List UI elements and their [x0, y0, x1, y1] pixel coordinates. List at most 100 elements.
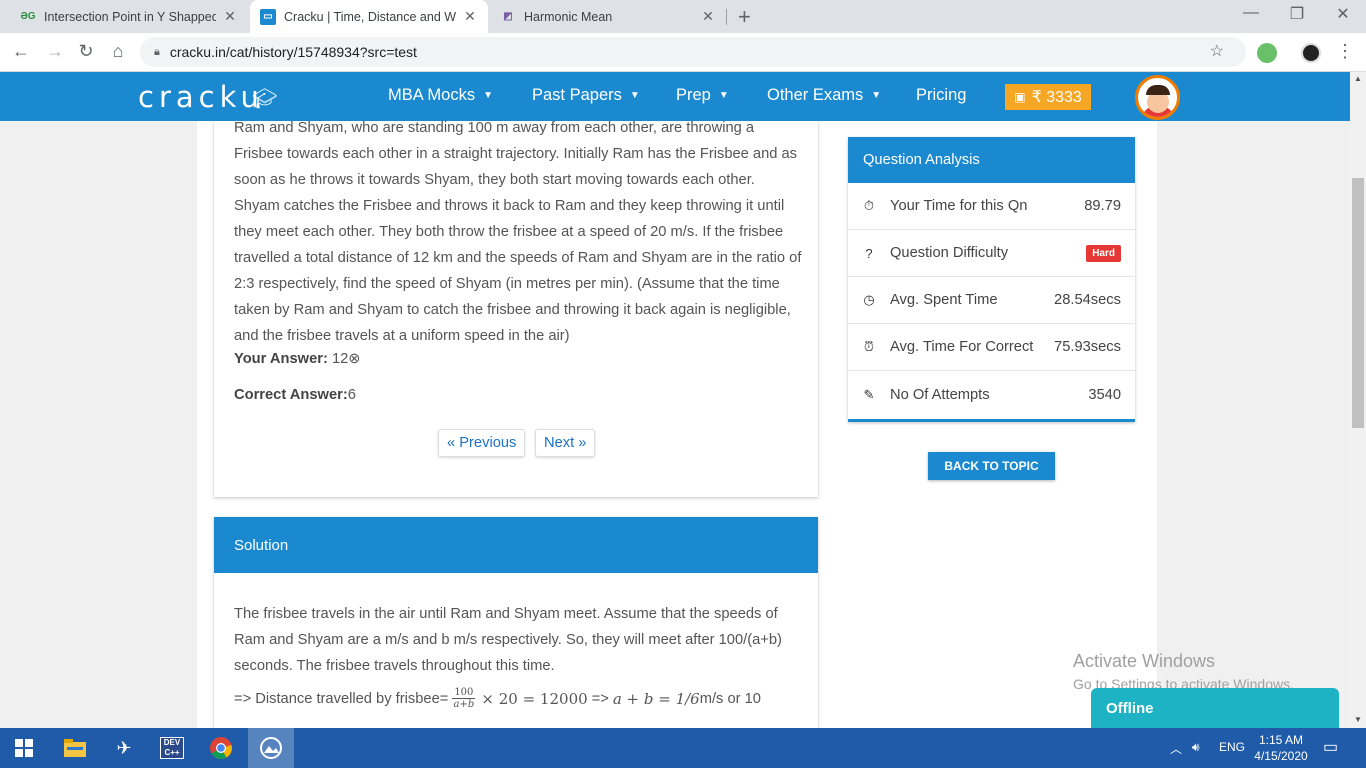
correct-answer-value: 6	[347, 387, 356, 403]
nav-label: MBA Mocks	[388, 86, 476, 104]
volume-icon[interactable]: 🔊︎	[1192, 740, 1200, 755]
question-analysis-panel: Question Analysis ⏱︎ Your Time for this …	[848, 137, 1135, 422]
question-analysis-title: Question Analysis	[848, 137, 1135, 183]
analysis-row-avg-spent: ◷ Avg. Spent Time 28.54secs	[848, 277, 1135, 324]
windows-start-icon[interactable]	[10, 734, 38, 762]
tab-separator	[726, 9, 727, 25]
system-clock[interactable]: 1:15 AM 4/15/2020	[1252, 732, 1310, 764]
file-explorer-icon[interactable]	[61, 734, 89, 762]
your-answer-value: 12	[331, 351, 349, 367]
nav-label: Other Exams	[767, 86, 864, 104]
tab-intersection-point[interactable]: ƏG Intersection Point in Y Shapped L ✕	[10, 0, 248, 33]
math-mid: × 20 = 12000	[481, 689, 588, 708]
nav-label: Past Papers	[532, 86, 622, 104]
nav-label: Prep	[676, 86, 711, 104]
restore-icon[interactable]: ❐	[1274, 4, 1320, 24]
clock-icon: ◷	[863, 292, 875, 307]
nav-past-papers[interactable]: Past Papers ▼	[532, 86, 640, 105]
your-answer: Your Answer: 12⊗	[234, 350, 361, 367]
tab-title: Harmonic Mean	[524, 9, 613, 24]
language-indicator[interactable]: ENG	[1219, 740, 1245, 754]
previous-button[interactable]: « Previous	[438, 429, 526, 457]
photos-app-icon[interactable]	[248, 728, 294, 768]
back-icon[interactable]: ←	[9, 41, 33, 62]
back-to-topic-button[interactable]: BACK TO TOPIC	[928, 452, 1055, 480]
analysis-label: Question Difficulty	[890, 245, 1009, 261]
coins-value: ₹ 3333	[1031, 89, 1082, 106]
fraction-numerator: 100	[452, 687, 476, 699]
solution-math: => Distance travelled by frisbee= 100 a+…	[234, 687, 761, 710]
question-circle-icon: ?	[865, 245, 873, 261]
analysis-label: No Of Attempts	[890, 386, 990, 403]
nav-mba-mocks[interactable]: MBA Mocks ▼	[388, 86, 493, 105]
analysis-label: Avg. Time For Correct	[890, 339, 1034, 355]
notifications-icon[interactable]: ▭	[1323, 737, 1338, 757]
analysis-row-your-time: ⏱︎ Your Time for this Qn 89.79	[848, 183, 1135, 230]
scrollbar-thumb[interactable]	[1352, 178, 1364, 428]
nav-other-exams[interactable]: Other Exams ▼	[767, 86, 881, 105]
alarm-icon: ⏰︎	[863, 339, 875, 354]
user-avatar[interactable]	[1135, 75, 1180, 120]
coins-badge[interactable]: ▣ ₹ 3333	[1005, 84, 1091, 110]
nav-prep[interactable]: Prep ▼	[676, 86, 729, 105]
page-scrollbar[interactable]: ▲ ▼	[1350, 72, 1366, 728]
dev-cpp-icon[interactable]: DEV C++	[158, 734, 186, 762]
close-icon[interactable]: ✕	[462, 8, 478, 25]
geeksforgeeks-icon: ƏG	[20, 11, 36, 22]
correct-answer-label: Correct Answer:	[234, 387, 348, 403]
close-icon[interactable]: ✕	[222, 8, 238, 25]
clock-time: 1:15 AM	[1258, 733, 1304, 747]
bookmark-star-icon[interactable]: ☆	[1210, 41, 1224, 61]
app-icon[interactable]: ✈︎	[110, 734, 138, 762]
next-button[interactable]: Next »	[535, 429, 596, 457]
url-text: cracku.in/cat/history/15748934?src=test	[169, 44, 417, 60]
profile-avatar[interactable]	[1301, 43, 1321, 63]
analysis-row-avg-correct: ⏰︎ Avg. Time For Correct 75.93secs	[848, 324, 1135, 371]
analysis-row-difficulty: ? Question Difficulty Hard	[848, 230, 1135, 277]
window-close-icon[interactable]: ✕	[1320, 4, 1366, 24]
activate-windows-title: Activate Windows	[1073, 651, 1216, 671]
harmonic-mean-icon: ◩	[503, 11, 513, 22]
lock-icon: 🔒︎	[154, 45, 160, 58]
fraction: 100 a+b	[452, 687, 476, 710]
cracku-icon: ▭	[260, 8, 276, 25]
page-content: Ram and Shyam, who are standing 100 m aw…	[0, 121, 1350, 728]
forward-icon[interactable]: →	[43, 41, 67, 62]
new-tab-icon[interactable]: +	[738, 4, 751, 30]
math-prefix: => Distance travelled by frisbee=	[234, 690, 449, 707]
analysis-value: 3540	[1088, 386, 1121, 403]
wrong-icon: ⊗	[348, 351, 361, 367]
solution-title: Solution	[214, 517, 818, 573]
fraction-denominator: a+b	[453, 699, 475, 710]
chevron-down-icon: ▼	[629, 90, 640, 101]
close-icon[interactable]: ✕	[700, 8, 716, 25]
analysis-row-attempts: ✎ No Of Attempts 3540	[848, 371, 1135, 418]
tab-title: Cracku | Time, Distance and Work	[284, 9, 456, 24]
scroll-down-icon[interactable]: ▼	[1354, 715, 1362, 724]
stopwatch-icon: ⏱︎	[863, 198, 875, 213]
menu-dots-icon[interactable]: ⋮	[1333, 41, 1357, 62]
math-eq: a + b = 1/6	[612, 689, 700, 708]
chevron-down-icon: ▼	[718, 90, 729, 101]
tab-cracku[interactable]: ▭ Cracku | Time, Distance and Work ✕	[250, 0, 488, 33]
math-suffix: m/s or 10	[699, 690, 761, 707]
chrome-icon[interactable]	[207, 734, 235, 762]
cracku-logo[interactable]: cracku	[138, 80, 264, 114]
home-icon[interactable]: ⌂	[106, 41, 130, 62]
question-text: Ram and Shyam, who are standing 100 m aw…	[234, 121, 802, 344]
offline-banner[interactable]: Offline	[1091, 688, 1339, 728]
analysis-value: 75.93secs	[1054, 339, 1121, 355]
question-card: Ram and Shyam, who are standing 100 m aw…	[214, 121, 818, 497]
scroll-up-icon[interactable]: ▲	[1354, 74, 1362, 83]
edit-icon: ✎	[863, 386, 875, 402]
extension-icon[interactable]	[1257, 43, 1277, 63]
minimize-icon[interactable]: —	[1228, 4, 1274, 22]
url-bar[interactable]: 🔒︎ cracku.in/cat/history/15748934?src=te…	[140, 37, 1246, 67]
nav-label: Pricing	[916, 86, 967, 104]
tab-harmonic-mean[interactable]: ◩ Harmonic Mean ✕	[490, 0, 726, 33]
reload-icon[interactable]: ↻	[74, 41, 98, 62]
nav-pricing[interactable]: Pricing	[916, 86, 966, 105]
chevron-down-icon: ▼	[871, 90, 882, 101]
chevron-up-icon[interactable]: ︿	[1170, 740, 1182, 757]
your-answer-label: Your Answer:	[234, 351, 328, 367]
